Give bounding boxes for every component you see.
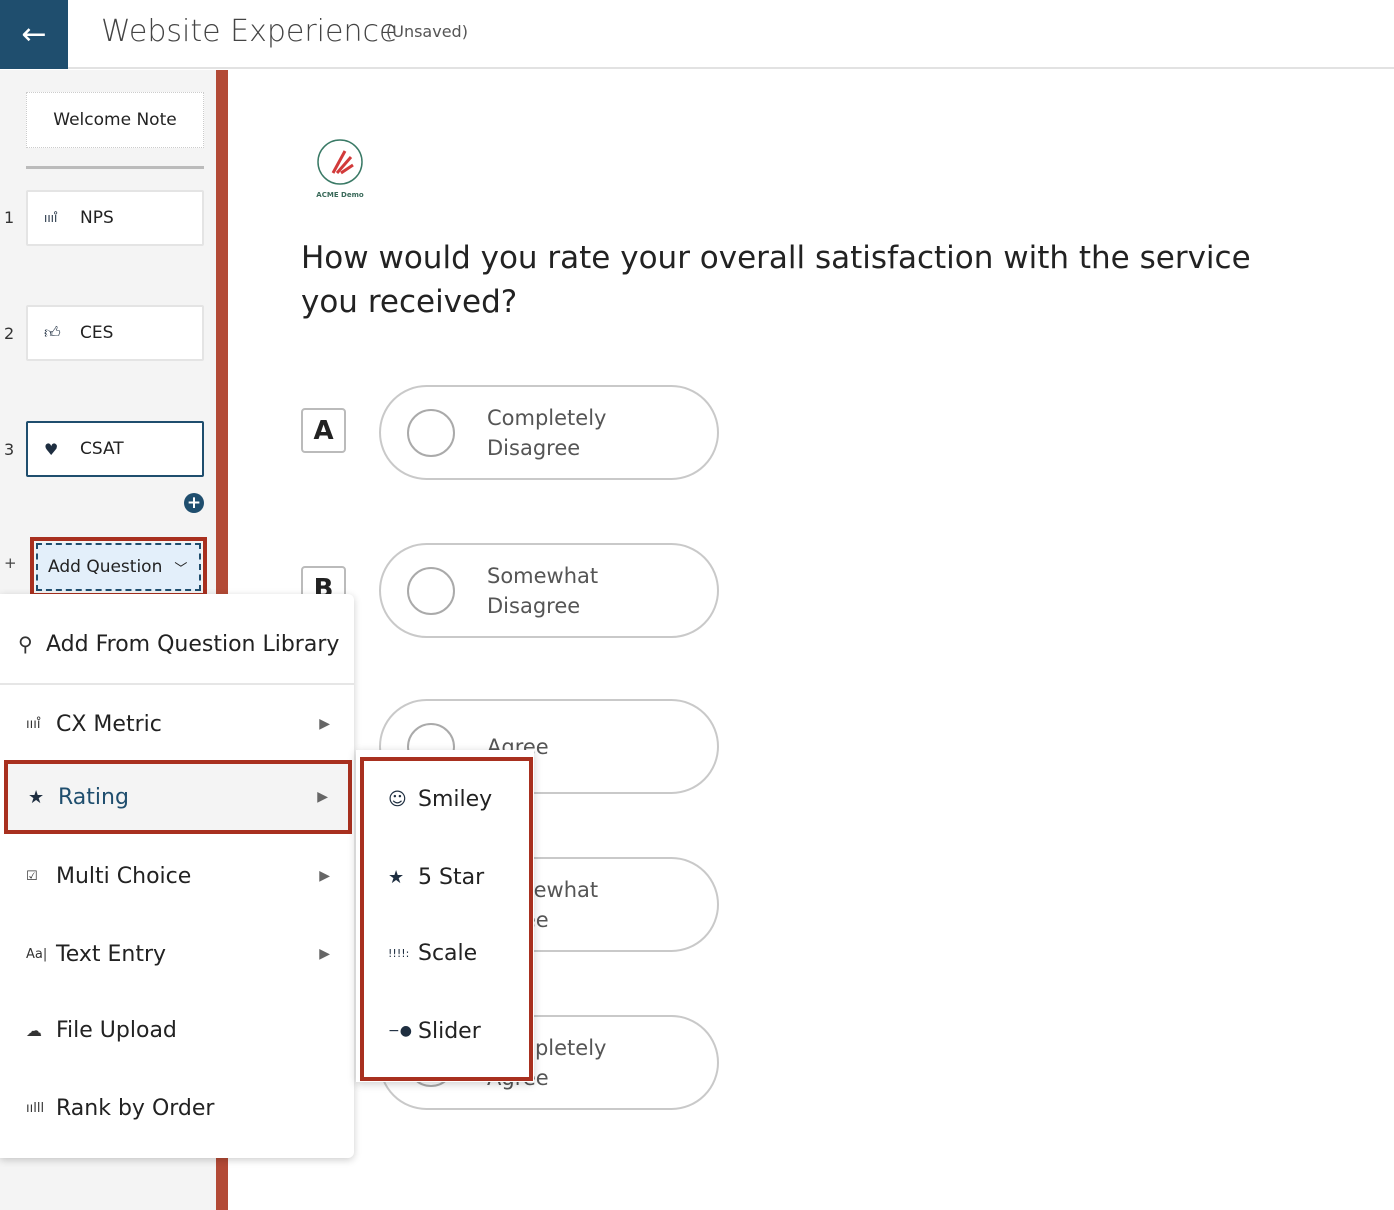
- menu-divider: [0, 683, 354, 685]
- question-text: How would you rate your overall satisfac…: [301, 240, 1251, 320]
- menu-label: Text Entry: [56, 941, 167, 967]
- menu-item-file-upload[interactable]: ☁ File Upload: [0, 1000, 354, 1060]
- scale-icon: !!!!:: [388, 946, 410, 960]
- question-number: 3: [4, 440, 15, 459]
- submenu-label: 5 Star: [418, 864, 485, 890]
- menu-label: Multi Choice: [56, 863, 192, 889]
- submenu-item-smiley[interactable]: ☺ Smiley: [388, 779, 492, 819]
- option-label: Completely Disagree: [487, 405, 607, 460]
- menu-label: Add From Question Library: [46, 631, 340, 657]
- option-letter: A: [301, 408, 346, 453]
- nps-gauge-icon: ıııı̊: [44, 211, 58, 225]
- radio-button[interactable]: [407, 566, 455, 615]
- thumbs-up-icon: 👍︎: [44, 323, 61, 342]
- sidebar-item-ces[interactable]: 👍︎ CES: [26, 305, 204, 361]
- answer-option[interactable]: Somewhat Disagree: [379, 543, 719, 638]
- option-label: Somewhat Disagree: [487, 563, 599, 618]
- question-number: 2: [4, 324, 15, 343]
- chevron-down-icon: ﹀: [174, 561, 188, 577]
- arrow-left-icon: ←: [21, 17, 47, 52]
- item-label: NPS: [80, 208, 114, 228]
- cx-metric-icon: ıııı̊: [26, 716, 41, 732]
- submenu-item-slider[interactable]: −● Slider: [388, 1011, 481, 1051]
- menu-item-rank-by-order[interactable]: ıılll Rank by Order: [0, 1078, 354, 1138]
- company-logo: ACME Demo: [312, 137, 368, 201]
- caret-right-icon: ▶: [319, 716, 330, 732]
- sidebar-item-nps[interactable]: ıııı̊ NPS: [26, 190, 204, 246]
- plus-icon: +: [4, 554, 17, 572]
- add-question-button[interactable]: Add Question ﹀: [30, 537, 207, 597]
- menu-item-text-entry[interactable]: Aa| Text Entry ▶: [0, 924, 354, 984]
- caret-right-icon: ▶: [319, 946, 330, 962]
- menu-item-rating[interactable]: ★ Rating ▶: [4, 760, 352, 834]
- unsaved-status: (Unsaved): [386, 22, 468, 41]
- text-icon: Aa|: [26, 946, 48, 962]
- submenu-item-5-star[interactable]: ★ 5 Star: [388, 857, 484, 897]
- submenu-label: Scale: [418, 940, 478, 966]
- question-number: 1: [4, 208, 15, 227]
- menu-item-cx-metric[interactable]: ıııı̊ CX Metric ▶: [0, 694, 354, 754]
- separator: [26, 166, 204, 169]
- menu-item-multi-choice[interactable]: ☑ Multi Choice ▶: [0, 846, 354, 906]
- heart-icon: ♥: [44, 439, 59, 459]
- add-circle-icon[interactable]: +: [184, 493, 204, 513]
- search-icon: ⚲: [18, 632, 33, 656]
- add-question-label: Add Question: [48, 557, 163, 577]
- star-icon: ★: [388, 866, 405, 888]
- submenu-label: Slider: [418, 1018, 481, 1044]
- logo-text: ACME Demo: [316, 191, 364, 199]
- radio-button[interactable]: [407, 408, 455, 457]
- cloud-upload-icon: ☁: [26, 1020, 42, 1040]
- menu-label: CX Metric: [56, 711, 162, 737]
- answer-option[interactable]: Completely Disagree: [379, 385, 719, 480]
- sidebar-item-csat[interactable]: ♥ CSAT: [26, 421, 204, 477]
- caret-right-icon: ▶: [319, 868, 330, 884]
- item-label: CSAT: [80, 439, 124, 459]
- page-title: Website Experience: [101, 14, 398, 49]
- submenu-item-scale[interactable]: !!!!: Scale: [388, 933, 477, 973]
- item-label: CES: [80, 323, 114, 343]
- star-icon: ★: [28, 786, 45, 808]
- back-button[interactable]: ←: [0, 0, 68, 69]
- submenu-label: Smiley: [418, 786, 493, 812]
- slider-icon: −●: [388, 1023, 412, 1039]
- bars-icon: ıılll: [26, 1100, 45, 1116]
- menu-item-question-library[interactable]: ⚲ Add From Question Library: [0, 614, 354, 674]
- checkbox-icon: ☑: [26, 868, 38, 884]
- welcome-note-item[interactable]: Welcome Note: [26, 92, 204, 148]
- menu-label: Rating: [58, 784, 129, 810]
- menu-label: Rank by Order: [56, 1095, 215, 1121]
- caret-right-icon: ▶: [317, 789, 328, 805]
- menu-label: File Upload: [56, 1017, 177, 1043]
- smiley-icon: ☺: [388, 788, 407, 810]
